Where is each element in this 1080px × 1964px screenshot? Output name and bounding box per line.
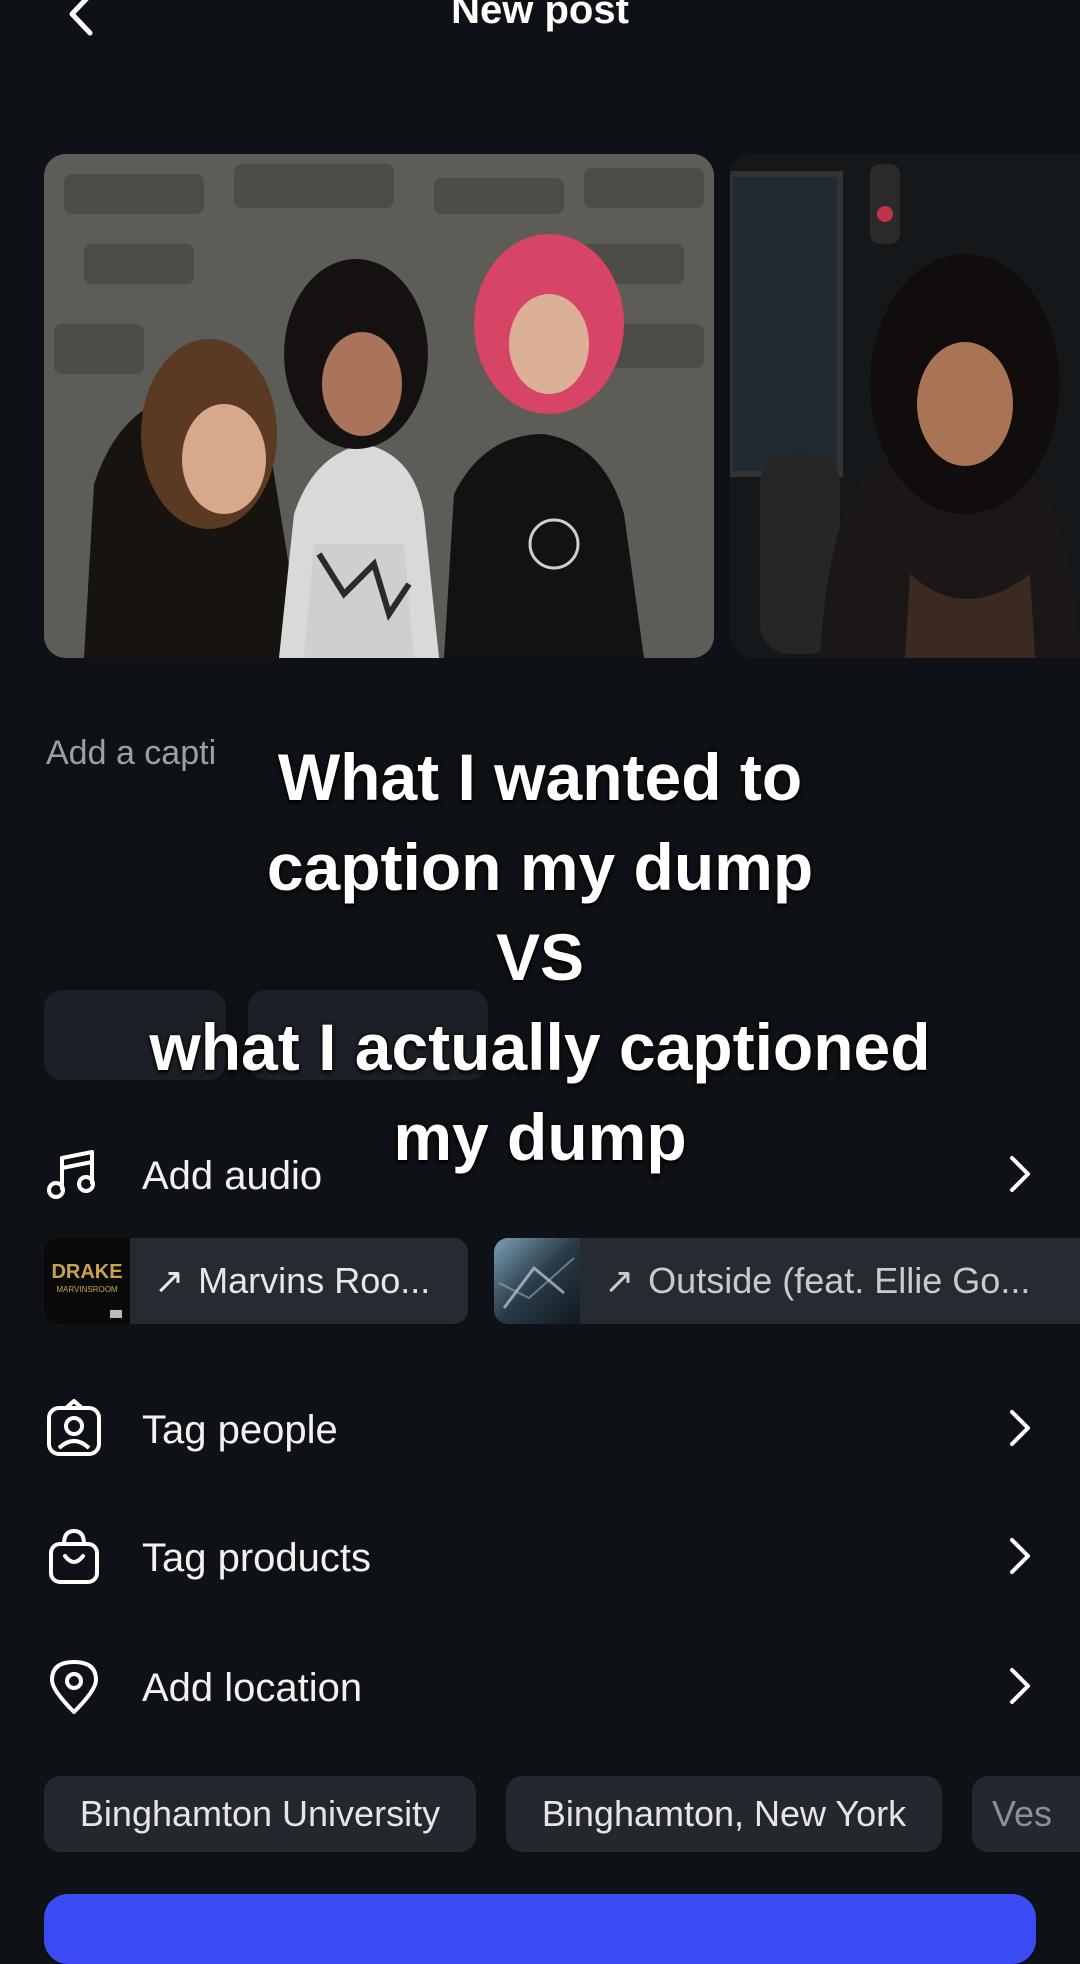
photo-image xyxy=(730,154,1080,658)
add-location-row[interactable]: Add location xyxy=(0,1646,1080,1726)
overlay-line: what I actually captioned xyxy=(149,1010,931,1084)
photo-image xyxy=(44,154,714,658)
tag-products-row[interactable]: Tag products xyxy=(0,1516,1080,1596)
album-cover: DRAKE MARVINSROOM xyxy=(44,1238,130,1324)
carousel-photo[interactable] xyxy=(730,154,1080,658)
header: New post xyxy=(0,0,1080,60)
shopping-bag-icon xyxy=(49,1528,99,1584)
overlay-line: What I wanted to xyxy=(277,740,803,814)
location-suggestion-chip[interactable]: Binghamton University xyxy=(44,1776,476,1852)
overlay-line: VS xyxy=(495,920,585,994)
overlay-caption-text: What I wanted to caption my dump VS what… xyxy=(0,732,1080,1182)
svg-text:DRAKE: DRAKE xyxy=(51,1261,122,1283)
trending-arrow-icon: ↗ xyxy=(604,1260,635,1301)
chevron-right-icon xyxy=(1010,1156,1030,1192)
location-suggestion-chip[interactable]: Binghamton, New York xyxy=(506,1776,942,1852)
chevron-right-icon xyxy=(1010,1410,1030,1446)
music-note-icon xyxy=(47,1150,95,1199)
tag-people-row[interactable]: Tag people xyxy=(0,1388,1080,1468)
add-location-label: Add location xyxy=(142,1666,363,1710)
trending-arrow-icon: ↗ xyxy=(154,1260,185,1301)
album-cover xyxy=(494,1238,580,1324)
svg-text:MARVINSROOM: MARVINSROOM xyxy=(56,1285,118,1294)
person-tag-icon xyxy=(47,1399,101,1456)
tag-people-label: Tag people xyxy=(142,1408,338,1452)
carousel-photo[interactable] xyxy=(44,154,714,658)
share-button[interactable] xyxy=(44,1894,1036,1964)
chevron-right-icon xyxy=(1010,1668,1030,1704)
photo-carousel[interactable] xyxy=(44,154,1080,658)
audio-suggestion-title: ↗ Outside (feat. Ellie Go... xyxy=(604,1260,1031,1301)
tag-products-label: Tag products xyxy=(142,1536,372,1580)
location-pin-icon xyxy=(50,1660,98,1714)
audio-suggestion-title: ↗ Marvins Roo... xyxy=(154,1260,431,1301)
overlay-line: caption my dump xyxy=(266,830,814,904)
audio-suggestion-chip[interactable]: ↗ Outside (feat. Ellie Go... xyxy=(494,1238,1080,1324)
add-audio-row[interactable]: Add audio xyxy=(0,1134,1080,1214)
chevron-right-icon xyxy=(1010,1538,1030,1574)
audio-suggestion-chip[interactable]: DRAKE MARVINSROOM ↗ Marvins Roo... xyxy=(44,1238,468,1324)
page-title: New post xyxy=(451,0,629,32)
location-suggestion-chip[interactable]: Ves xyxy=(972,1776,1080,1852)
add-audio-label: Add audio xyxy=(142,1154,323,1198)
